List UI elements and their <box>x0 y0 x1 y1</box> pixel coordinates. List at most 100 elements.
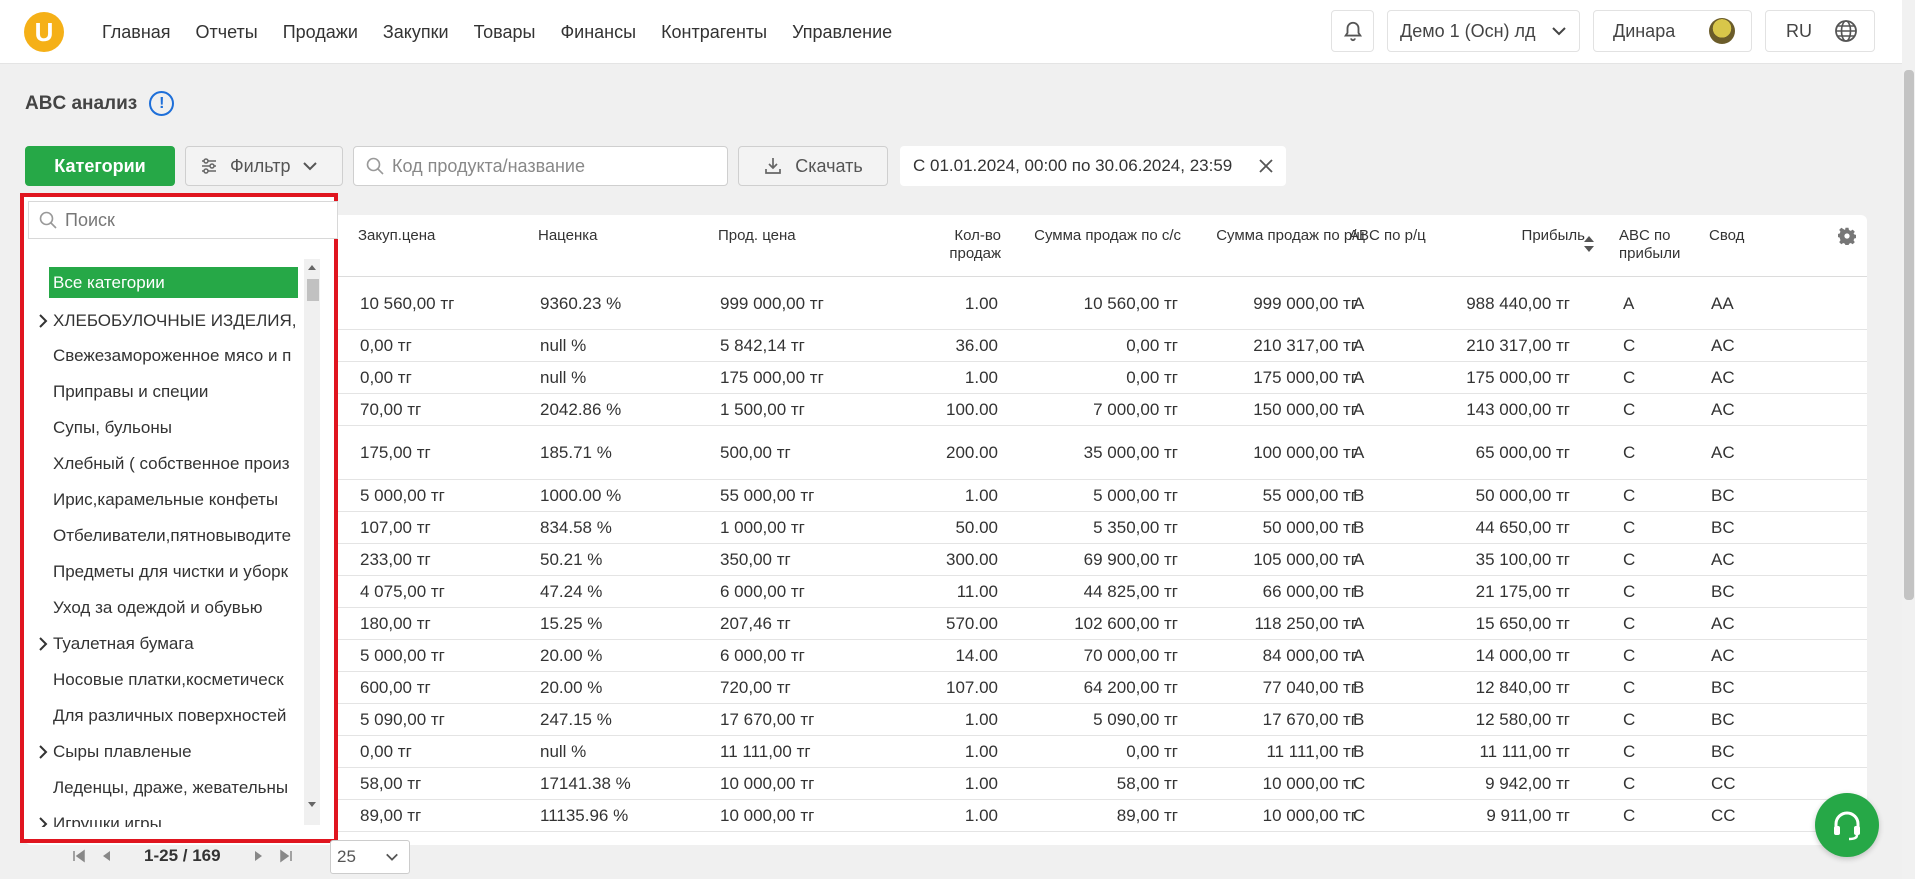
category-item[interactable]: Игрушки игры <box>49 806 302 827</box>
cell-abc-r: B <box>1353 742 1365 761</box>
cell-profit: 175 000,00 тг <box>1466 368 1570 387</box>
page-title-text: ABC анализ <box>25 92 138 114</box>
cell-sum-retail: 17 670,00 тг <box>1262 710 1357 729</box>
search-icon <box>39 211 57 229</box>
category-item[interactable]: Предметы для чистки и уборк <box>49 554 302 590</box>
chevron-right-icon[interactable] <box>38 806 48 827</box>
chevron-right-icon[interactable] <box>38 303 48 339</box>
category-item[interactable]: Супы, бульоны <box>49 410 302 446</box>
cell-sum-cost: 89,00 тг <box>1116 806 1178 825</box>
scroll-down-icon[interactable] <box>307 801 317 809</box>
cell-sum-cost: 7 000,00 тг <box>1093 400 1178 419</box>
cell-svod: BC <box>1711 486 1735 505</box>
product-search-input[interactable] <box>392 155 712 177</box>
nav-sales[interactable]: Продажи <box>283 22 358 43</box>
prev-page-icon[interactable] <box>100 849 112 863</box>
category-item[interactable]: Свежезамороженное мясо и п <box>49 338 302 374</box>
date-range-chip[interactable]: С 01.01.2024, 00:00 по 30.06.2024, 23:59 <box>900 146 1286 186</box>
globe-icon <box>1835 20 1857 42</box>
nav-reports[interactable]: Отчеты <box>196 22 258 43</box>
category-item[interactable]: Хлебный ( собственное произ <box>49 446 302 482</box>
cell-abc-r: A <box>1353 550 1365 569</box>
col-sale-price[interactable]: Прод. цена <box>718 227 796 245</box>
col-summary[interactable]: Свод <box>1709 227 1744 245</box>
scroll-thumb[interactable] <box>307 279 319 301</box>
category-search-input[interactable] <box>65 209 315 231</box>
nav-products[interactable]: Товары <box>474 22 536 43</box>
col-sum-cost[interactable]: Сумма продаж по с/с <box>1005 227 1181 245</box>
cell-sale: 350,00 тг <box>720 550 791 569</box>
main-nav: Главная Отчеты Продажи Закупки Товары Фи… <box>102 22 892 43</box>
cell-sale: 500,00 тг <box>720 443 791 462</box>
bell-icon <box>1343 21 1362 42</box>
categories-button[interactable]: Категории <box>25 146 175 186</box>
chevron-right-icon[interactable] <box>38 626 48 662</box>
close-icon[interactable] <box>1258 158 1274 174</box>
nav-management[interactable]: Управление <box>792 22 892 43</box>
cell-abc-r: B <box>1353 710 1365 729</box>
cell-qty: 11.00 <box>956 582 998 601</box>
product-search[interactable] <box>353 146 728 186</box>
company-selector[interactable]: Демо 1 (Осн) лд <box>1387 10 1580 52</box>
cell-sale: 6 000,00 тг <box>720 646 805 665</box>
cell-svod: AC <box>1711 614 1735 633</box>
category-item[interactable]: Туалетная бумага <box>49 626 302 662</box>
category-scrollbar[interactable] <box>304 259 320 825</box>
nav-contractors[interactable]: Контрагенты <box>661 22 767 43</box>
sort-icon[interactable] <box>1583 235 1595 253</box>
col-sum-retail[interactable]: Сумма продаж по р/ц <box>1185 227 1365 245</box>
col-abc-retail[interactable]: ABC по р/ц <box>1349 227 1426 245</box>
cell-markup: null % <box>540 742 587 761</box>
page-scrollbar[interactable] <box>1902 0 1915 879</box>
category-item[interactable]: Все категории <box>49 267 298 298</box>
cell-markup: 11135.96 % <box>540 806 629 825</box>
category-item[interactable]: Ирис,карамельные конфеты <box>49 482 302 518</box>
cell-abc-r: A <box>1353 646 1365 665</box>
company-name: Демо 1 (Осн) лд <box>1400 20 1536 41</box>
categories-button-label: Категории <box>54 155 146 176</box>
chevron-right-icon[interactable] <box>38 734 48 770</box>
category-search[interactable] <box>28 201 338 239</box>
category-item[interactable]: Отбеливатели,пятновыводите <box>49 518 302 554</box>
cell-abc-r: A <box>1353 400 1365 419</box>
cell-profit: 210 317,00 тг <box>1466 336 1570 355</box>
cell-purchase: 0,00 тг <box>360 742 412 761</box>
page-size-select[interactable]: 25 <box>330 840 410 874</box>
category-item[interactable]: Для различных поверхностей <box>49 698 302 734</box>
language-selector[interactable]: RU <box>1765 10 1875 52</box>
col-abc-profit[interactable]: ABC по прибыли <box>1619 227 1699 263</box>
cell-qty: 36.00 <box>955 336 998 355</box>
cell-sale: 10 000,00 тг <box>720 806 815 825</box>
nav-finance[interactable]: Финансы <box>560 22 636 43</box>
category-item[interactable]: Приправы и специи <box>49 374 302 410</box>
cell-svod: AC <box>1711 368 1735 387</box>
app-logo[interactable]: U <box>24 12 64 52</box>
last-page-icon[interactable] <box>279 849 293 863</box>
next-page-icon[interactable] <box>253 849 265 863</box>
page-scroll-thumb[interactable] <box>1904 70 1914 600</box>
category-item[interactable]: Леденцы, драже, жевательны <box>49 770 302 806</box>
notifications-button[interactable] <box>1331 10 1374 52</box>
cell-svod: BC <box>1711 582 1735 601</box>
user-menu[interactable]: Динара <box>1593 10 1752 52</box>
cell-sale: 10 000,00 тг <box>720 774 815 793</box>
cell-sale: 1 500,00 тг <box>720 400 805 419</box>
col-markup[interactable]: Наценка <box>538 227 597 245</box>
gear-icon[interactable] <box>1838 227 1856 245</box>
category-item[interactable]: Сыры плавленые <box>49 734 302 770</box>
filter-button[interactable]: Фильтр <box>185 146 343 186</box>
download-button[interactable]: Скачать <box>738 146 888 186</box>
nav-purchases[interactable]: Закупки <box>383 22 449 43</box>
first-page-icon[interactable] <box>72 849 86 863</box>
category-item[interactable]: Носовые платки,косметическ <box>49 662 302 698</box>
scroll-up-icon[interactable] <box>307 263 317 271</box>
col-qty[interactable]: Кол-во продаж <box>905 227 1001 263</box>
support-chat-button[interactable] <box>1815 793 1879 857</box>
col-purchase-price[interactable]: Закуп.цена <box>358 227 435 245</box>
info-icon[interactable]: ! <box>149 91 175 116</box>
category-item[interactable]: ХЛЕБОБУЛОЧНЫЕ ИЗДЕЛИЯ, <box>49 303 302 339</box>
page-range: 1-25 / 169 <box>144 846 221 865</box>
category-item[interactable]: Уход за одеждой и обувью <box>49 590 302 626</box>
nav-home[interactable]: Главная <box>102 22 171 43</box>
col-profit[interactable]: Прибыль <box>1465 227 1585 245</box>
